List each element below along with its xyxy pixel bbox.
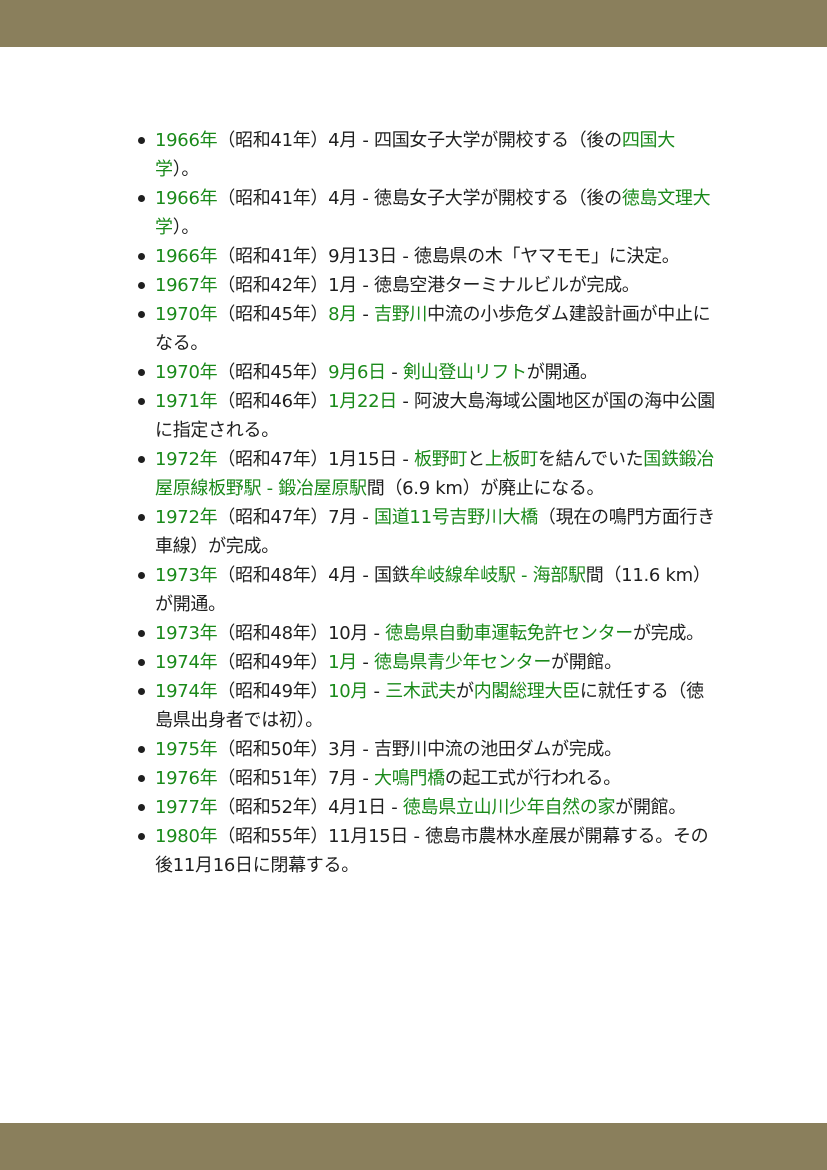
timeline-entry: 1972年（昭和47年）1月15日 - 板野町と上板町を結んでいた国鉄鍛冶屋原線… [138,445,717,503]
entry-text: （昭和55年）11月15日 - 徳島市農林水産展が開幕する。その後11月16日に… [155,826,709,876]
entry-text: と [467,449,485,470]
entry-link[interactable]: 1976年 [155,768,218,789]
entry-link[interactable]: 1972年 [155,449,218,470]
timeline-entry: 1966年（昭和41年）4月 - 徳島女子大学が開校する（後の徳島文理大学）。 [138,184,717,242]
entry-link[interactable]: 1966年 [155,130,218,151]
entry-text: が開館。 [615,797,687,818]
timeline-entry: 1974年（昭和49年）10月 - 三木武夫が内閣総理大臣に就任する（徳島県出身… [138,677,717,735]
entry-text: の起工式が行われる。 [444,768,621,789]
timeline-entry: 1976年（昭和51年）7月 - 大鳴門橋の起工式が行われる。 [138,764,717,793]
entry-link[interactable]: 1973年 [155,623,218,644]
timeline-list: 1966年（昭和41年）4月 - 四国女子大学が開校する（後の四国大学）。 196… [133,126,717,880]
entry-link[interactable]: 1966年 [155,246,218,267]
entry-link[interactable]: 国道11号吉野川大橋 [374,507,538,528]
timeline-entry: 1975年（昭和50年）3月 - 吉野川中流の池田ダムが完成。 [138,735,717,764]
entry-text: ）。 [172,159,200,180]
entry-text: （昭和41年）4月 - 徳島女子大学が開校する（後の [217,188,622,209]
entry-link[interactable]: 1月22日 [328,391,397,412]
entry-text: （昭和48年）10月 - [217,623,386,644]
entry-link[interactable]: 1970年 [155,304,218,325]
entry-link[interactable]: 徳島県青少年センター [374,652,551,673]
timeline-entry: 1971年（昭和46年）1月22日 - 阿波大島海域公園地区が国の海中公園に指定… [138,387,717,445]
entry-link[interactable]: 上板町 [485,449,538,470]
timeline-entry: 1967年（昭和42年）1月 - 徳島空港ターミナルビルが完成。 [138,271,717,300]
entry-link[interactable]: 剣山登山リフト [403,362,527,383]
entry-text: - [385,362,403,383]
entry-text: （昭和47年）1月15日 - [217,449,415,470]
entry-text: が開通。 [526,362,598,383]
timeline-entry: 1973年（昭和48年）4月 - 国鉄牟岐線牟岐駅 - 海部駅間（11.6 km… [138,561,717,619]
timeline-entry: 1973年（昭和48年）10月 - 徳島県自動車運転免許センターが完成。 [138,619,717,648]
entry-text: が開館。 [551,652,622,673]
entry-text: - [356,652,375,673]
entry-link[interactable]: 1970年 [155,362,218,383]
entry-link[interactable]: 1973年 [155,565,218,586]
entry-text: （昭和51年）7月 - [217,768,375,789]
entry-link[interactable]: 1974年 [155,681,218,702]
entry-text: （昭和50年）3月 - 吉野川中流の池田ダムが完成。 [217,739,622,760]
entry-link[interactable]: 8月 [328,304,357,325]
entry-link[interactable]: 10月 [328,681,368,702]
entry-link[interactable]: 大鳴門橋 [374,768,445,789]
footer-band [0,1123,827,1170]
entry-text: が [456,681,474,702]
timeline-entry: 1974年（昭和49年）1月 - 徳島県青少年センターが開館。 [138,648,717,677]
entry-link[interactable]: 1971年 [155,391,218,412]
header-band [0,0,827,47]
entry-text: を結んでいた [537,449,644,470]
entry-text: （昭和48年）4月 - 国鉄 [217,565,410,586]
timeline-entry: 1970年（昭和45年）8月 - 吉野川中流の小歩危ダム建設計画が中止になる。 [138,300,717,358]
entry-link[interactable]: 内閣総理大臣 [474,681,581,702]
entry-link[interactable]: 徳島県立山川少年自然の家 [403,797,616,818]
entry-link[interactable]: 1974年 [155,652,218,673]
entry-text: が完成。 [632,623,704,644]
entry-link[interactable]: 徳島県自動車運転免許センター [385,623,633,644]
entry-text: （昭和52年）4月1日 - [217,797,403,818]
entry-link[interactable]: 1967年 [155,275,218,296]
entry-link[interactable]: 1972年 [155,507,218,528]
entry-text: - [368,681,386,702]
entry-text: - [356,304,375,325]
entry-text: （昭和42年）1月 - 徳島空港ターミナルビルが完成。 [217,275,640,296]
entry-text: （昭和49年） [217,652,329,673]
entry-link[interactable]: 吉野川 [374,304,427,325]
entry-text: （昭和47年）7月 - [217,507,375,528]
entry-text: （昭和41年）4月 - 四国女子大学が開校する（後の [217,130,622,151]
entry-link[interactable]: 1977年 [155,797,218,818]
timeline-entry: 1970年（昭和45年）9月6日 - 剣山登山リフトが開通。 [138,358,717,387]
entry-link[interactable]: 1966年 [155,188,218,209]
timeline-entry: 1966年（昭和41年）4月 - 四国女子大学が開校する（後の四国大学）。 [138,126,717,184]
timeline-entry: 1966年（昭和41年）9月13日 - 徳島県の木「ヤマモモ」に決定。 [138,242,717,271]
entry-text: （昭和45年） [217,362,329,383]
timeline-entry: 1977年（昭和52年）4月1日 - 徳島県立山川少年自然の家が開館。 [138,793,717,822]
entry-text: 間（6.9 km）が廃止になる。 [366,478,605,499]
entry-link[interactable]: 三木武夫 [385,681,456,702]
entry-link[interactable]: 1975年 [155,739,218,760]
timeline-entry: 1972年（昭和47年）7月 - 国道11号吉野川大橋（現在の鳴門方面行き車線）… [138,503,717,561]
entry-text: （昭和41年）9月13日 - 徳島県の木「ヤマモモ」に決定。 [217,246,680,267]
entry-link[interactable]: 9月6日 [328,362,386,383]
entry-link[interactable]: 板野町 [414,449,467,470]
entry-text: （昭和46年） [217,391,329,412]
entry-link[interactable]: 牟岐線牟岐駅 - 海部駅 [409,565,586,586]
entry-link[interactable]: 1月 [328,652,357,673]
timeline-entry: 1980年（昭和55年）11月15日 - 徳島市農林水産展が開幕する。その後11… [138,822,717,880]
entry-text: ）。 [172,217,200,238]
entry-text: （昭和45年） [217,304,329,325]
entry-text: （昭和49年） [217,681,329,702]
entry-link[interactable]: 1980年 [155,826,218,847]
